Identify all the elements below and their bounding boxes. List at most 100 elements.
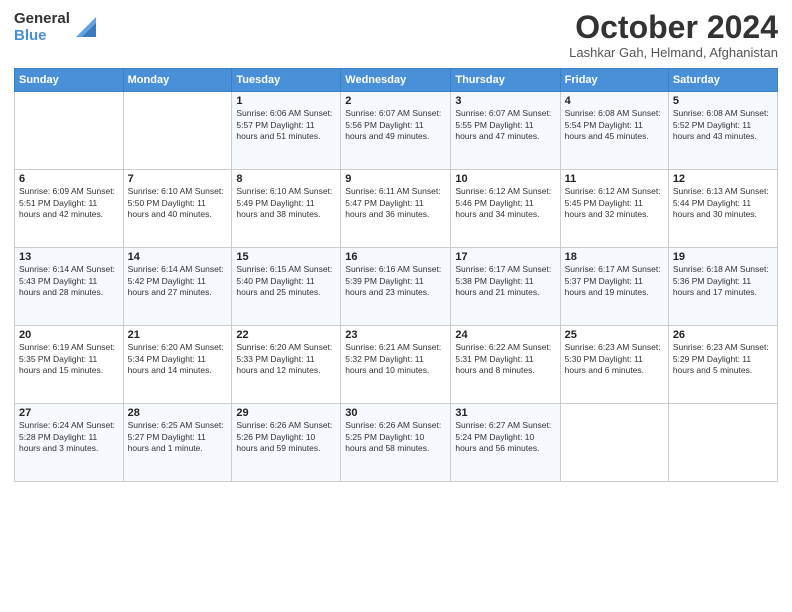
calendar-cell: 5Sunrise: 6:08 AM Sunset: 5:52 PM Daylig… <box>668 92 777 170</box>
day-info: Sunrise: 6:07 AM Sunset: 5:55 PM Dayligh… <box>455 108 555 142</box>
title-block: October 2024 Lashkar Gah, Helmand, Afgha… <box>569 10 778 60</box>
day-number: 7 <box>128 173 228 185</box>
calendar-cell: 26Sunrise: 6:23 AM Sunset: 5:29 PM Dayli… <box>668 326 777 404</box>
calendar-cell: 20Sunrise: 6:19 AM Sunset: 5:35 PM Dayli… <box>15 326 124 404</box>
day-info: Sunrise: 6:25 AM Sunset: 5:27 PM Dayligh… <box>128 420 228 454</box>
calendar-cell: 30Sunrise: 6:26 AM Sunset: 5:25 PM Dayli… <box>341 404 451 482</box>
day-number: 30 <box>345 407 446 419</box>
day-number: 21 <box>128 329 228 341</box>
location-subtitle: Lashkar Gah, Helmand, Afghanistan <box>569 45 778 60</box>
day-number: 12 <box>673 173 773 185</box>
day-number: 26 <box>673 329 773 341</box>
day-info: Sunrise: 6:23 AM Sunset: 5:29 PM Dayligh… <box>673 342 773 376</box>
day-number: 24 <box>455 329 555 341</box>
day-info: Sunrise: 6:17 AM Sunset: 5:38 PM Dayligh… <box>455 264 555 298</box>
calendar-cell: 8Sunrise: 6:10 AM Sunset: 5:49 PM Daylig… <box>232 170 341 248</box>
header: General Blue October 2024 Lashkar Gah, H… <box>14 10 778 60</box>
calendar-cell <box>560 404 668 482</box>
calendar-cell <box>15 92 124 170</box>
day-info: Sunrise: 6:26 AM Sunset: 5:26 PM Dayligh… <box>236 420 336 454</box>
day-info: Sunrise: 6:21 AM Sunset: 5:32 PM Dayligh… <box>345 342 446 376</box>
logo-line1: General <box>14 10 70 27</box>
day-info: Sunrise: 6:14 AM Sunset: 5:42 PM Dayligh… <box>128 264 228 298</box>
day-info: Sunrise: 6:12 AM Sunset: 5:46 PM Dayligh… <box>455 186 555 220</box>
day-number: 10 <box>455 173 555 185</box>
calendar-cell: 31Sunrise: 6:27 AM Sunset: 5:24 PM Dayli… <box>451 404 560 482</box>
calendar-cell: 29Sunrise: 6:26 AM Sunset: 5:26 PM Dayli… <box>232 404 341 482</box>
day-info: Sunrise: 6:26 AM Sunset: 5:25 PM Dayligh… <box>345 420 446 454</box>
calendar-cell: 11Sunrise: 6:12 AM Sunset: 5:45 PM Dayli… <box>560 170 668 248</box>
calendar-cell: 24Sunrise: 6:22 AM Sunset: 5:31 PM Dayli… <box>451 326 560 404</box>
calendar-week-row: 1Sunrise: 6:06 AM Sunset: 5:57 PM Daylig… <box>15 92 778 170</box>
calendar-cell: 18Sunrise: 6:17 AM Sunset: 5:37 PM Dayli… <box>560 248 668 326</box>
day-info: Sunrise: 6:23 AM Sunset: 5:30 PM Dayligh… <box>565 342 664 376</box>
day-info: Sunrise: 6:08 AM Sunset: 5:52 PM Dayligh… <box>673 108 773 142</box>
calendar-week-row: 20Sunrise: 6:19 AM Sunset: 5:35 PM Dayli… <box>15 326 778 404</box>
calendar-cell: 27Sunrise: 6:24 AM Sunset: 5:28 PM Dayli… <box>15 404 124 482</box>
day-number: 11 <box>565 173 664 185</box>
day-number: 5 <box>673 95 773 107</box>
calendar-cell: 23Sunrise: 6:21 AM Sunset: 5:32 PM Dayli… <box>341 326 451 404</box>
day-number: 3 <box>455 95 555 107</box>
calendar-cell: 2Sunrise: 6:07 AM Sunset: 5:56 PM Daylig… <box>341 92 451 170</box>
weekday-header-wednesday: Wednesday <box>341 69 451 92</box>
calendar-week-row: 27Sunrise: 6:24 AM Sunset: 5:28 PM Dayli… <box>15 404 778 482</box>
calendar-cell: 10Sunrise: 6:12 AM Sunset: 5:46 PM Dayli… <box>451 170 560 248</box>
day-number: 19 <box>673 251 773 263</box>
day-info: Sunrise: 6:10 AM Sunset: 5:49 PM Dayligh… <box>236 186 336 220</box>
day-number: 16 <box>345 251 446 263</box>
day-info: Sunrise: 6:24 AM Sunset: 5:28 PM Dayligh… <box>19 420 119 454</box>
day-info: Sunrise: 6:14 AM Sunset: 5:43 PM Dayligh… <box>19 264 119 298</box>
calendar-cell: 14Sunrise: 6:14 AM Sunset: 5:42 PM Dayli… <box>123 248 232 326</box>
calendar-cell: 25Sunrise: 6:23 AM Sunset: 5:30 PM Dayli… <box>560 326 668 404</box>
weekday-header-saturday: Saturday <box>668 69 777 92</box>
calendar-cell: 1Sunrise: 6:06 AM Sunset: 5:57 PM Daylig… <box>232 92 341 170</box>
day-number: 1 <box>236 95 336 107</box>
day-number: 2 <box>345 95 446 107</box>
day-number: 27 <box>19 407 119 419</box>
calendar-cell: 22Sunrise: 6:20 AM Sunset: 5:33 PM Dayli… <box>232 326 341 404</box>
day-info: Sunrise: 6:16 AM Sunset: 5:39 PM Dayligh… <box>345 264 446 298</box>
day-info: Sunrise: 6:08 AM Sunset: 5:54 PM Dayligh… <box>565 108 664 142</box>
calendar-cell: 9Sunrise: 6:11 AM Sunset: 5:47 PM Daylig… <box>341 170 451 248</box>
day-number: 4 <box>565 95 664 107</box>
day-number: 17 <box>455 251 555 263</box>
calendar-cell: 7Sunrise: 6:10 AM Sunset: 5:50 PM Daylig… <box>123 170 232 248</box>
calendar-cell: 3Sunrise: 6:07 AM Sunset: 5:55 PM Daylig… <box>451 92 560 170</box>
day-info: Sunrise: 6:20 AM Sunset: 5:33 PM Dayligh… <box>236 342 336 376</box>
calendar-week-row: 13Sunrise: 6:14 AM Sunset: 5:43 PM Dayli… <box>15 248 778 326</box>
day-number: 25 <box>565 329 664 341</box>
day-number: 18 <box>565 251 664 263</box>
day-number: 6 <box>19 173 119 185</box>
calendar-cell: 4Sunrise: 6:08 AM Sunset: 5:54 PM Daylig… <box>560 92 668 170</box>
weekday-header-row: SundayMondayTuesdayWednesdayThursdayFrid… <box>15 69 778 92</box>
day-info: Sunrise: 6:22 AM Sunset: 5:31 PM Dayligh… <box>455 342 555 376</box>
calendar-cell: 15Sunrise: 6:15 AM Sunset: 5:40 PM Dayli… <box>232 248 341 326</box>
day-number: 22 <box>236 329 336 341</box>
day-info: Sunrise: 6:10 AM Sunset: 5:50 PM Dayligh… <box>128 186 228 220</box>
day-info: Sunrise: 6:27 AM Sunset: 5:24 PM Dayligh… <box>455 420 555 454</box>
weekday-header-tuesday: Tuesday <box>232 69 341 92</box>
calendar-table: SundayMondayTuesdayWednesdayThursdayFrid… <box>14 68 778 482</box>
weekday-header-sunday: Sunday <box>15 69 124 92</box>
calendar-cell: 19Sunrise: 6:18 AM Sunset: 5:36 PM Dayli… <box>668 248 777 326</box>
weekday-header-thursday: Thursday <box>451 69 560 92</box>
day-info: Sunrise: 6:19 AM Sunset: 5:35 PM Dayligh… <box>19 342 119 376</box>
day-info: Sunrise: 6:15 AM Sunset: 5:40 PM Dayligh… <box>236 264 336 298</box>
day-number: 13 <box>19 251 119 263</box>
logo: General Blue <box>14 10 100 45</box>
calendar-cell: 16Sunrise: 6:16 AM Sunset: 5:39 PM Dayli… <box>341 248 451 326</box>
day-number: 14 <box>128 251 228 263</box>
day-info: Sunrise: 6:07 AM Sunset: 5:56 PM Dayligh… <box>345 108 446 142</box>
calendar-cell: 6Sunrise: 6:09 AM Sunset: 5:51 PM Daylig… <box>15 170 124 248</box>
calendar-cell <box>668 404 777 482</box>
calendar-page: General Blue October 2024 Lashkar Gah, H… <box>0 0 792 612</box>
logo-icon <box>72 13 100 41</box>
day-info: Sunrise: 6:20 AM Sunset: 5:34 PM Dayligh… <box>128 342 228 376</box>
calendar-cell <box>123 92 232 170</box>
weekday-header-monday: Monday <box>123 69 232 92</box>
calendar-cell: 28Sunrise: 6:25 AM Sunset: 5:27 PM Dayli… <box>123 404 232 482</box>
day-number: 31 <box>455 407 555 419</box>
weekday-header-friday: Friday <box>560 69 668 92</box>
day-number: 28 <box>128 407 228 419</box>
